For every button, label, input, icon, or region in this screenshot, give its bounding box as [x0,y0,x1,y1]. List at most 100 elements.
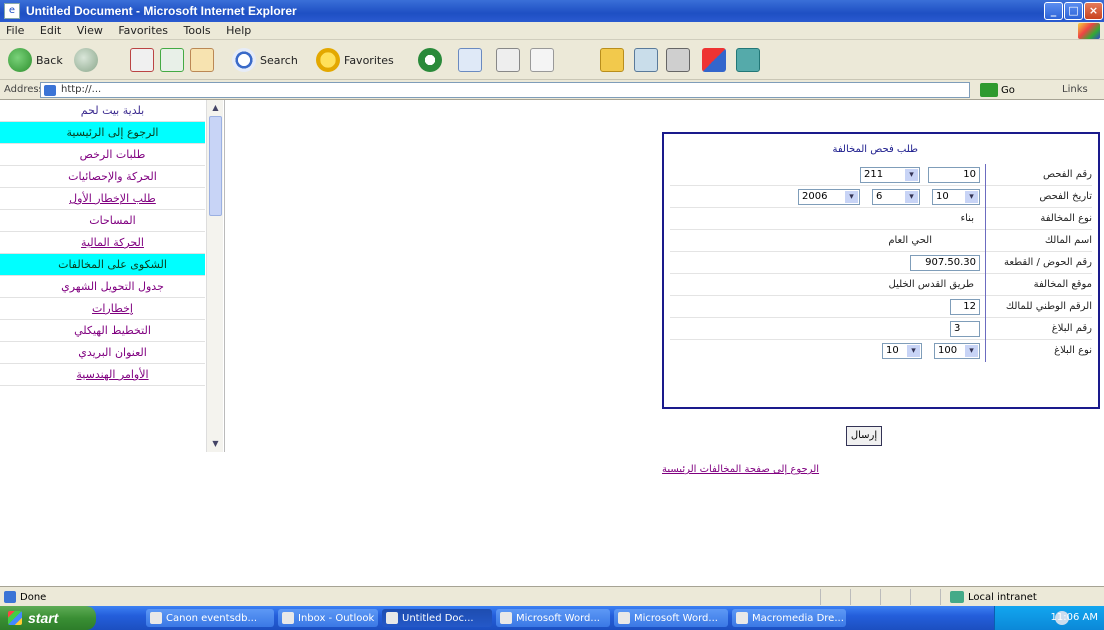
report-type-a-select[interactable]: 100 [934,343,980,359]
sidebar-item-notices[interactable]: إخطارات [0,298,205,320]
menu-favorites[interactable]: Favorites [112,22,174,39]
row-divider [985,186,986,208]
search-button[interactable]: Search [232,46,298,74]
sidebar-item-municipality[interactable]: بلدية بيت لحم [0,100,205,122]
mail-button[interactable] [458,46,482,74]
media-button[interactable] [736,46,760,74]
taskbar-item[interactable]: Inbox - Outlook [278,609,378,627]
menu-bar: File Edit View Favorites Tools Help [0,22,1104,40]
sidebar-item-monthly-table[interactable]: جدول التحويل الشهري [0,276,205,298]
status-divider [910,589,911,605]
row-inspection-date: تاريخ الفحص 10 6 2006 [670,186,1092,208]
taskbar-item[interactable]: Microsoft Word... [614,609,728,627]
history-button[interactable] [418,46,442,74]
report-type-b-select[interactable]: 10 [882,343,922,359]
row-divider [985,230,986,252]
folder-button[interactable] [600,46,624,74]
menu-tools[interactable]: Tools [178,22,217,39]
sidebar-item-engineering[interactable]: الأوامر الهندسية [0,364,205,386]
taskbar-item-active[interactable]: Untitled Doc... [382,609,492,627]
inspection-number-label: رقم الفحص [1042,169,1092,180]
violation-type-value: بناء [960,213,974,224]
home-button[interactable] [190,46,214,74]
discuss-button[interactable] [634,46,658,74]
inspection-a-select[interactable]: 211 [860,167,920,183]
sidebar-item-stats[interactable]: الحركة والإحصائيات [0,166,205,188]
mail-icon [458,48,482,72]
inspection-date-label: تاريخ الفحص [1039,191,1092,202]
parcel-label: رقم الحوض / القطعة [1004,257,1092,268]
start-button[interactable]: start [0,606,96,630]
stop-icon [130,48,154,72]
sidebar-item-first-notice[interactable]: طلب الإخطار الأول [0,188,205,210]
sidebar-item-areas[interactable]: المساحات [0,210,205,232]
row-divider [985,252,986,274]
edit-button[interactable] [530,46,554,74]
status-divider [850,589,851,605]
back-button[interactable]: Back [8,46,63,74]
parcel-input[interactable]: 907.50.30 [910,255,980,271]
scroll-thumb[interactable] [209,116,222,216]
month-select[interactable]: 6 [872,189,920,205]
menu-help[interactable]: Help [220,22,257,39]
taskbar-item[interactable]: Macromedia Dre... [732,609,846,627]
print-button[interactable] [496,46,520,74]
scroll-down-icon[interactable]: ▼ [209,438,222,450]
row-divider [985,274,986,296]
owner-name-label: اسم المالك [1044,235,1092,246]
violation-type-label: نوع المخالفة [1040,213,1092,224]
row-parcel: رقم الحوض / القطعة 907.50.30 [670,252,1092,274]
history-icon [418,48,442,72]
taskbar-item[interactable]: Microsoft Word... [496,609,610,627]
maximize-button[interactable]: □ [1064,2,1083,20]
submit-button[interactable]: إرسال [846,426,882,446]
favorites-button[interactable]: Favorites [316,46,394,74]
taskbar-item[interactable]: Canon eventsdb... [146,609,274,627]
address-input[interactable]: http://... [40,82,970,98]
scroll-up-icon[interactable]: ▲ [209,102,222,114]
address-bar: Address http://... Go Links [0,80,1104,100]
row-national-id: الرقم الوطني للمالك 12 [670,296,1092,318]
menu-file[interactable]: File [0,22,30,39]
research-button[interactable] [666,46,690,74]
minimize-button[interactable]: _ [1044,2,1063,20]
status-left: Done [4,591,46,603]
forward-button[interactable] [74,46,98,74]
form-header: طلب فحص المخالفة [832,144,918,155]
report-number-input[interactable]: 3 [950,321,980,337]
day-select[interactable]: 10 [932,189,980,205]
menu-edit[interactable]: Edit [34,22,67,39]
menu-view[interactable]: View [71,22,109,39]
sidebar-item-postal[interactable]: العنوان البريدي [0,342,205,364]
stop-button[interactable] [130,46,154,74]
home-icon [190,48,214,72]
security-zone: Local intranet [950,591,1037,603]
research-icon [666,48,690,72]
inspection-b-input[interactable]: 10 [928,167,980,183]
toolbar: Back Search Favorites [0,40,1104,80]
sidebar-item-finance[interactable]: الحركة المالية [0,232,205,254]
dreamweaver-icon [736,612,748,624]
sidebar-item-license-requests[interactable]: طلبات الرخص [0,144,205,166]
sidebar-item-planning[interactable]: التخطيط الهيكلي [0,320,205,342]
status-divider [820,589,821,605]
windows-logo-icon [1078,23,1100,39]
national-id-input[interactable]: 12 [950,299,980,315]
messenger-button[interactable] [702,46,726,74]
sidebar-nav: بلدية بيت لحم الرجوع إلى الرئيسية طلبات … [0,100,205,386]
sidebar-scrollbar[interactable]: ▲ ▼ [206,100,223,452]
close-button[interactable]: × [1084,2,1103,20]
sidebar-item-home[interactable]: الرجوع إلى الرئيسية [0,122,205,144]
print-icon [496,48,520,72]
row-location: موقع المخالفة طريق القدس الخليل [670,274,1092,296]
back-to-violations-link[interactable]: الرجوع إلى صفحة المخالفات الرئيسية [662,464,819,475]
year-select[interactable]: 2006 [798,189,860,205]
folder-icon [600,48,624,72]
go-button[interactable]: Go [980,82,1040,98]
system-tray: 11:06 AM [994,606,1104,630]
refresh-icon [160,48,184,72]
sidebar-item-violations[interactable]: الشكوى على المخالفات [0,254,205,276]
refresh-button[interactable] [160,46,184,74]
row-violation-type: نوع المخالفة بناء [670,208,1092,230]
links-button[interactable]: Links [1062,84,1088,95]
